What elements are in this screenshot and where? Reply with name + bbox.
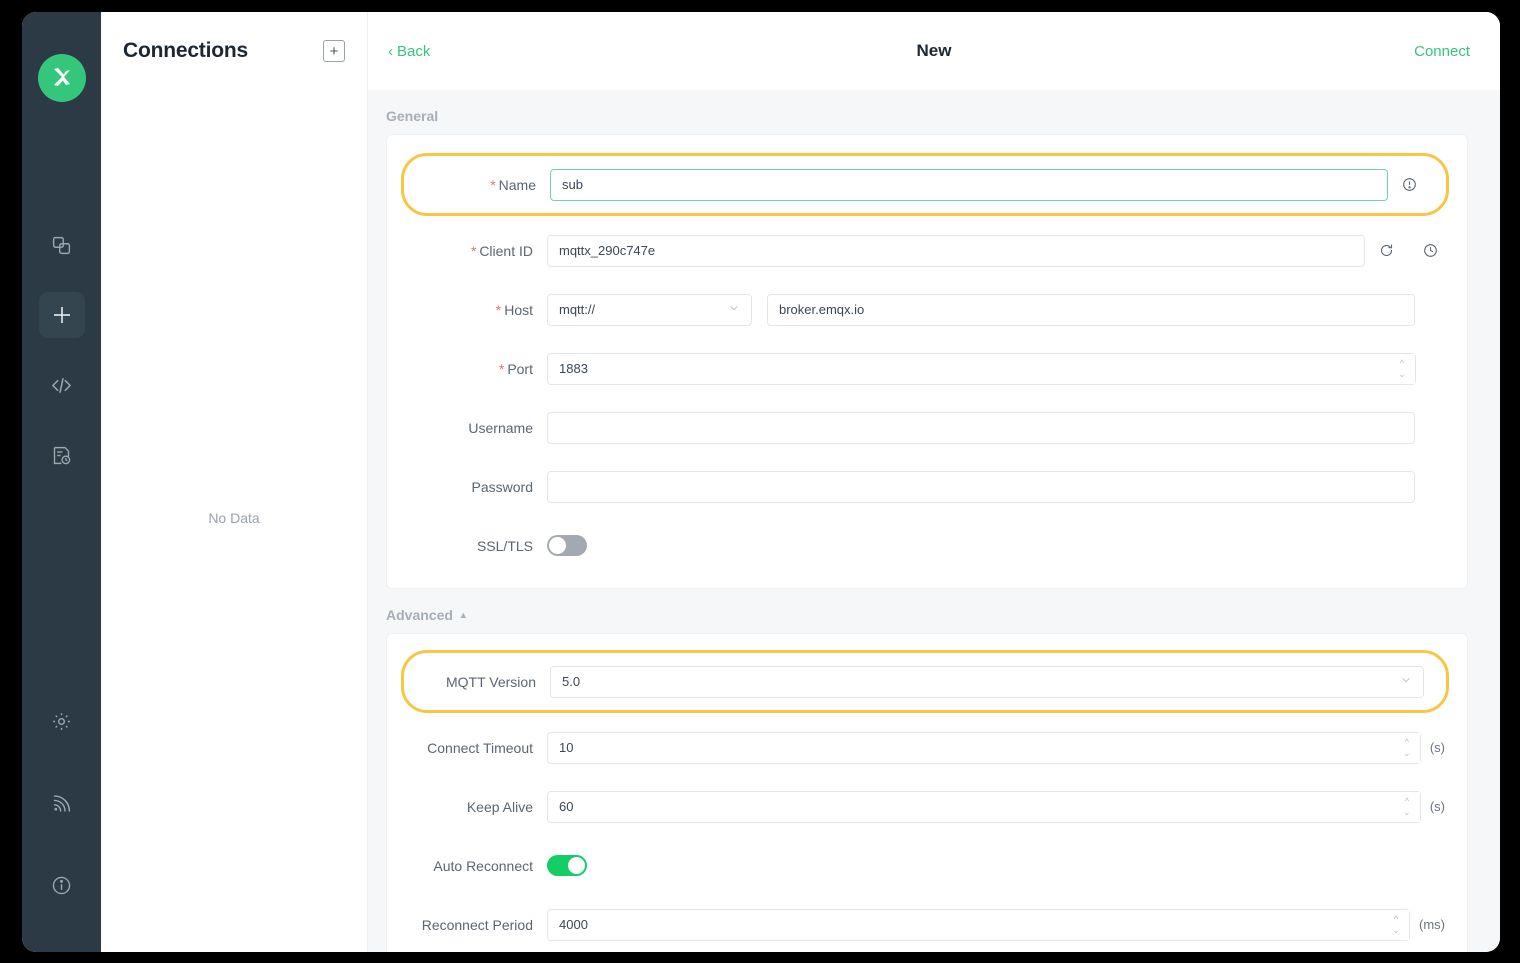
back-label: Back [397, 43, 430, 60]
chevron-down-icon [1400, 674, 1412, 689]
chevron-left-icon: ‹ [388, 44, 393, 59]
stepper-up-icon[interactable]: ^ [1405, 796, 1409, 807]
required-asterisk: * [499, 361, 504, 377]
top-bar: ‹ Back New Connect [368, 12, 1500, 90]
port-label: *Port [387, 361, 547, 377]
host-protocol-value: mqtt:// [559, 302, 595, 317]
username-row: Username [387, 405, 1467, 450]
connect-button[interactable]: Connect [1414, 43, 1470, 60]
required-asterisk: * [496, 302, 501, 318]
reconnect-period-label: Reconnect Period [387, 917, 547, 933]
stepper-up-icon[interactable]: ^ [1405, 737, 1409, 748]
auto-reconnect-toggle[interactable] [547, 855, 587, 876]
log-history-icon[interactable] [39, 432, 85, 478]
main-content: ‹ Back New Connect General *Name sub [368, 12, 1500, 952]
auto-reconnect-label: Auto Reconnect [387, 858, 547, 874]
host-input[interactable]: broker.emqx.io [767, 294, 1415, 326]
refresh-icon[interactable] [1371, 243, 1401, 258]
app-window: Connections + No Data ‹ Back New Connect… [22, 12, 1500, 952]
reconnect-period-input[interactable]: 4000 [547, 909, 1410, 941]
host-label: *Host [387, 302, 547, 318]
general-section-label: General [368, 90, 1500, 134]
clock-history-icon[interactable] [1415, 243, 1445, 258]
password-label: Password [387, 479, 547, 495]
password-input[interactable] [547, 471, 1415, 503]
keep-alive-unit: (s) [1430, 799, 1445, 814]
form-scroll-area[interactable]: General *Name sub [368, 90, 1500, 952]
username-input[interactable] [547, 412, 1415, 444]
keep-alive-label: Keep Alive [387, 799, 547, 815]
gear-icon[interactable] [39, 698, 85, 744]
advanced-section-label[interactable]: Advanced ▲ [368, 589, 1500, 633]
page-title: New [368, 41, 1500, 61]
ssl-tls-row: SSL/TLS [387, 523, 1467, 568]
keep-alive-row: Keep Alive 60 ^ ⌄ (s) [387, 784, 1467, 829]
code-brackets-icon[interactable] [39, 362, 85, 408]
reconnect-period-stepper[interactable]: ^ ⌄ [1383, 910, 1409, 940]
auto-reconnect-row: Auto Reconnect [387, 843, 1467, 888]
info-circle-icon[interactable] [39, 862, 85, 908]
keep-alive-input[interactable]: 60 [547, 791, 1421, 823]
stepper-down-icon[interactable]: ⌄ [1403, 748, 1411, 759]
username-label: Username [387, 420, 547, 436]
general-card: *Name sub [386, 134, 1468, 589]
reconnect-period-unit: (ms) [1419, 917, 1445, 932]
required-asterisk: * [490, 177, 495, 193]
mqtt-version-row: MQTT Version 5.0 [404, 659, 1436, 704]
host-protocol-select[interactable]: mqtt:// [547, 294, 752, 326]
connect-timeout-row: Connect Timeout 10 ^ ⌄ (s) [387, 725, 1467, 770]
connect-timeout-stepper[interactable]: ^ ⌄ [1394, 733, 1420, 763]
stepper-down-icon[interactable]: ⌄ [1403, 807, 1411, 818]
port-row: *Port 1883 ^ ⌄ [387, 346, 1467, 391]
ssl-tls-toggle[interactable] [547, 535, 587, 556]
stepper-down-icon[interactable]: ⌄ [1398, 369, 1406, 380]
connections-empty-text: No Data [208, 510, 259, 526]
rail-top-group [39, 222, 85, 478]
caret-up-icon: ▲ [459, 611, 468, 620]
connect-timeout-input[interactable]: 10 [547, 732, 1421, 764]
chevron-down-icon [728, 302, 740, 317]
password-row: Password [387, 464, 1467, 509]
name-row: *Name sub [404, 162, 1436, 207]
client-id-row: *Client ID mqttx_290c747e [387, 228, 1467, 273]
ssl-tls-label: SSL/TLS [387, 538, 547, 554]
connections-header: Connections + [101, 12, 367, 90]
keep-alive-stepper[interactable]: ^ ⌄ [1394, 792, 1420, 822]
name-highlight-annotation: *Name sub [401, 153, 1449, 216]
connections-list: No Data [101, 90, 367, 952]
port-input[interactable]: 1883 [547, 353, 1416, 385]
client-id-label: *Client ID [387, 243, 547, 259]
rail-bottom-group [39, 698, 85, 908]
mqttx-logo-icon [38, 54, 86, 102]
mqtt-version-select[interactable]: 5.0 [550, 666, 1424, 698]
sidebar-rail [22, 12, 101, 952]
stepper-down-icon[interactable]: ⌄ [1392, 925, 1400, 936]
client-id-input[interactable]: mqttx_290c747e [547, 235, 1365, 267]
connections-copy-icon[interactable] [39, 222, 85, 268]
stepper-up-icon[interactable]: ^ [1400, 358, 1404, 369]
connections-title: Connections [123, 39, 248, 63]
connect-timeout-label: Connect Timeout [387, 740, 547, 756]
mqtt-version-highlight-annotation: MQTT Version 5.0 [401, 650, 1449, 713]
connect-timeout-unit: (s) [1430, 740, 1445, 755]
name-label: *Name [404, 177, 550, 193]
mqtt-version-value: 5.0 [562, 674, 580, 689]
required-asterisk: * [471, 243, 476, 259]
add-connection-button[interactable]: + [323, 40, 345, 62]
broadcast-signal-icon[interactable] [39, 780, 85, 826]
mqtt-version-label: MQTT Version [404, 674, 550, 690]
connections-panel: Connections + No Data [101, 12, 368, 952]
host-row: *Host mqtt:// broker.emqx.io [387, 287, 1467, 332]
back-button[interactable]: ‹ Back [388, 43, 430, 60]
name-input[interactable]: sub [550, 169, 1388, 201]
stepper-up-icon[interactable]: ^ [1394, 914, 1398, 925]
info-circle-icon[interactable] [1394, 177, 1424, 192]
plus-icon[interactable] [39, 292, 85, 338]
advanced-card: MQTT Version 5.0 [386, 633, 1468, 952]
port-stepper[interactable]: ^ ⌄ [1389, 354, 1415, 384]
reconnect-period-row: Reconnect Period 4000 ^ ⌄ (ms) [387, 902, 1467, 947]
